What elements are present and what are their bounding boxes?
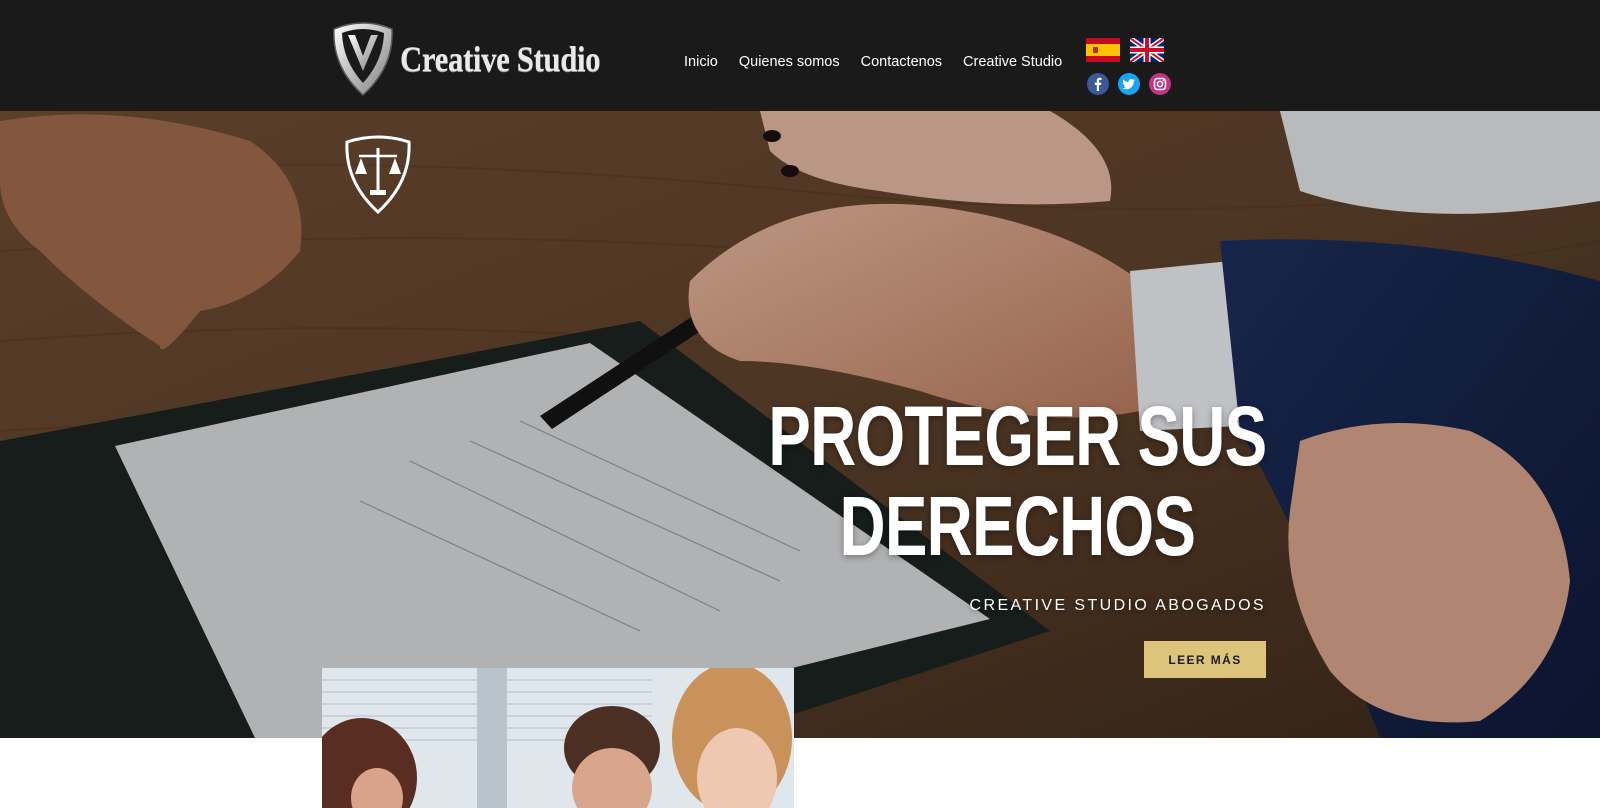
- hero-title-line1: PROTEGER SUS: [767, 389, 1267, 483]
- site-header: Creative Studio Inicio Quienes somos Con…: [0, 0, 1600, 111]
- uk-flag-icon[interactable]: [1130, 38, 1164, 62]
- facebook-icon[interactable]: [1087, 73, 1109, 95]
- v-shield-logo-icon: [333, 22, 393, 97]
- hero-subtitle: CREATIVE STUDIO ABOGADOS: [969, 597, 1266, 614]
- main-nav: Inicio Quienes somos Contactenos Creativ…: [684, 54, 1083, 70]
- twitter-icon[interactable]: [1118, 73, 1140, 95]
- team-photo: [322, 668, 794, 808]
- leer-mas-button[interactable]: LEER MÁS: [1144, 641, 1266, 678]
- nav-item-contactenos[interactable]: Contactenos: [861, 54, 942, 70]
- hero-title-line2: DERECHOS: [839, 479, 1195, 573]
- scales-of-justice-shield-icon: [345, 135, 411, 214]
- language-switcher: [1086, 38, 1164, 62]
- social-links: [1087, 73, 1171, 95]
- hero-banner: PROTEGER SUS DERECHOS CREATIVE STUDIO AB…: [0, 111, 1600, 738]
- brand-name: Creative Studio: [400, 39, 601, 79]
- hero-title: PROTEGER SUS DERECHOS: [767, 389, 1267, 573]
- spain-flag-icon[interactable]: [1086, 38, 1120, 62]
- nav-item-quienes-somos[interactable]: Quienes somos: [739, 54, 840, 70]
- nav-item-inicio[interactable]: Inicio: [684, 54, 718, 70]
- instagram-icon[interactable]: [1149, 73, 1171, 95]
- nav-item-creative-studio[interactable]: Creative Studio: [963, 54, 1062, 70]
- brand-logo-link[interactable]: Creative Studio: [328, 18, 633, 98]
